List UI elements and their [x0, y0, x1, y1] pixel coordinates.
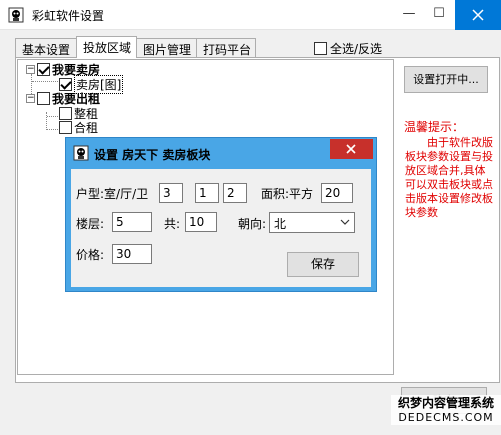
close-icon — [346, 144, 356, 154]
orientation-select[interactable]: 北 — [269, 212, 355, 233]
tab-image-management[interactable]: 图片管理 — [136, 38, 197, 57]
watermark: 织梦内容管理系统 DEDECMS.COM — [391, 395, 501, 425]
floor-label: 楼层: — [76, 217, 105, 231]
open-settings-label: 设置打开中... — [413, 73, 479, 86]
board-settings-dialog: 设置 房天下 卖房板块 户型:室/厅/卫 3 1 2 面积:平方 20 楼层: … — [65, 137, 377, 292]
window-title: 彩虹软件设置 — [32, 9, 105, 23]
floor-input[interactable]: 5 — [112, 212, 152, 232]
orientation-label: 朝向: — [238, 217, 267, 231]
app-logo-icon — [8, 7, 24, 23]
select-all-label: 全选/反选 — [330, 42, 383, 56]
maximize-icon: ☐ — [433, 6, 445, 21]
save-button[interactable]: 保存 — [287, 252, 359, 277]
checkbox-box[interactable] — [314, 42, 327, 55]
baths-input[interactable]: 2 — [223, 183, 247, 203]
tab-label: 投放区域 — [83, 41, 132, 55]
tab-label: 图片管理 — [143, 43, 192, 57]
tree-node-label: 合租 — [74, 121, 99, 135]
chevron-down-icon — [340, 219, 350, 225]
area-label: 面积:平方 — [261, 187, 314, 201]
huxing-label: 户型:室/厅/卫 — [76, 187, 149, 201]
tab-placement-area[interactable]: 投放区域 — [76, 36, 137, 58]
select-all-checkbox[interactable]: 全选/反选 — [314, 40, 382, 57]
dialog-title: 设置 房天下 卖房板块 — [94, 148, 211, 162]
tab-label: 基本设置 — [22, 43, 71, 57]
halls-input[interactable]: 1 — [195, 183, 219, 203]
tips-body: 由于软件改版板块参数设置与投放区域合并,具体可以双击板块或点击版本设置修改板块参… — [405, 136, 493, 219]
checkbox-shared-rent[interactable] — [59, 121, 72, 134]
open-settings-button[interactable]: 设置打开中... — [404, 66, 488, 93]
watermark-line1: 织梦内容管理系统 — [397, 396, 494, 410]
total-floors-label: 共: — [164, 217, 181, 231]
orientation-value: 北 — [274, 217, 287, 231]
price-label: 价格: — [76, 248, 105, 262]
dialog-close-button[interactable] — [330, 139, 373, 159]
tree-node-shared-rent[interactable]: 合租 — [59, 119, 98, 136]
save-label: 保存 — [310, 257, 335, 271]
total-floors-input[interactable]: 10 — [185, 212, 217, 232]
minimize-button[interactable]: — — [394, 0, 424, 30]
close-button[interactable] — [455, 0, 501, 30]
tab-captcha-platform[interactable]: 打码平台 — [196, 38, 256, 57]
collapse-icon[interactable]: − — [26, 94, 35, 103]
close-icon — [472, 9, 484, 21]
checkbox-rent-out[interactable] — [37, 92, 50, 105]
app-logo-icon — [73, 145, 89, 161]
dialog-titlebar[interactable]: 设置 房天下 卖房板块 — [66, 138, 376, 169]
maximize-button[interactable]: ☐ — [424, 0, 454, 30]
checkbox-sell-house[interactable] — [37, 63, 50, 76]
rooms-input[interactable]: 3 — [159, 183, 183, 203]
minimize-icon: — — [402, 6, 416, 21]
tips-title: 温馨提示： — [404, 120, 465, 134]
tab-label: 打码平台 — [203, 43, 252, 57]
price-input[interactable]: 30 — [112, 244, 152, 264]
window-titlebar: 彩虹软件设置 — ☐ — [0, 0, 501, 30]
area-input[interactable]: 20 — [321, 183, 353, 203]
watermark-line2: DEDECMS.COM — [398, 411, 494, 424]
dialog-body: 户型:室/厅/卫 3 1 2 面积:平方 20 楼层: 5 共: 10 朝向: … — [71, 169, 371, 287]
tab-basic-settings[interactable]: 基本设置 — [15, 38, 77, 57]
collapse-icon[interactable]: − — [26, 65, 35, 74]
